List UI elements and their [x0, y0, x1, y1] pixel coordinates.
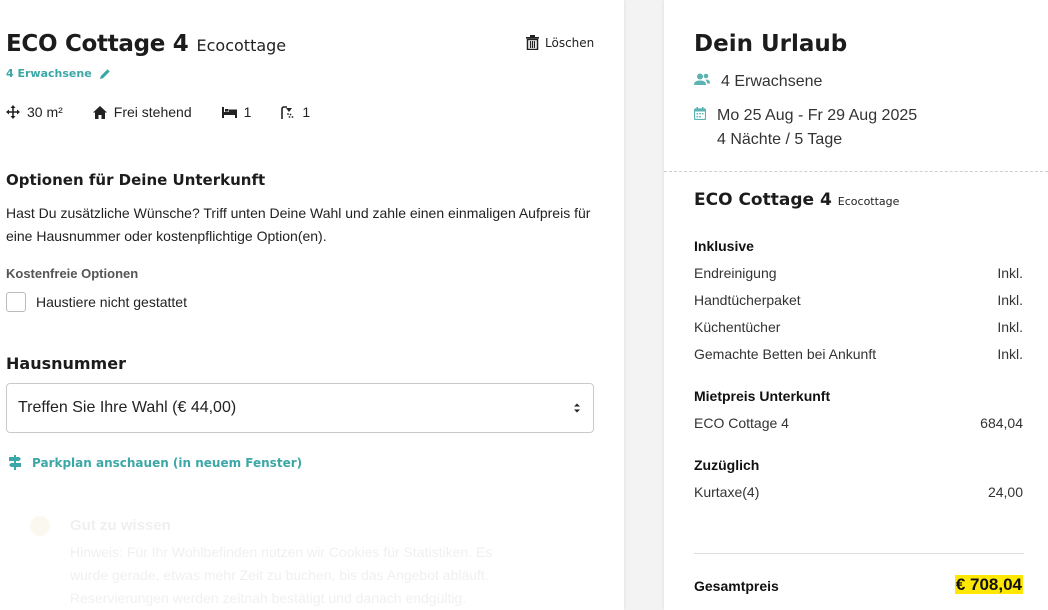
trash-icon — [526, 35, 539, 50]
info-icon — [30, 515, 50, 536]
summary-guests: 4 Erwachsene — [694, 70, 822, 94]
faded-info-line: Hinweis: Für Ihr Wohlbefinden nutzen wir… — [70, 544, 493, 560]
feature-bathrooms: 1 — [281, 104, 310, 120]
price-row-label: Endreinigung — [694, 265, 777, 281]
cottage-type: Ecocottage — [196, 36, 287, 55]
total-price: € 708,04 — [954, 575, 1023, 594]
house-number-heading: Hausnummer — [6, 354, 126, 373]
price-row-label: Gemachte Betten bei Ankunft — [694, 346, 877, 362]
feature-bathrooms-value: 1 — [302, 104, 311, 120]
total-label: Gesamtpreis — [694, 578, 779, 594]
summary-title: Dein Urlaub — [694, 31, 848, 57]
price-row: Handtücherpaket Inkl. — [694, 292, 1023, 308]
price-row-label: ECO Cottage 4 — [694, 415, 789, 431]
options-heading: Optionen für Deine Unterkunft — [6, 171, 266, 189]
select-arrows-icon — [574, 403, 580, 413]
price-row-value: Inkl. — [997, 319, 1023, 335]
rent-heading: Mietpreis Unterkunft — [694, 388, 831, 404]
summary-guests-value: 4 Erwachsene — [721, 73, 823, 90]
price-row-value: 684,04 — [980, 415, 1023, 431]
summary-duration-value: 4 Nächte / 5 Tage — [717, 131, 843, 148]
extra-heading: Zuzüglich — [694, 457, 760, 473]
summary-cottage-name: ECO Cottage 4 — [694, 190, 832, 210]
free-options-heading: Kostenfreie Optionen — [6, 266, 139, 281]
no-pets-label: Haustiere nicht gestattet — [36, 294, 187, 310]
bed-icon — [221, 106, 237, 118]
park-plan-link[interactable]: Parkplan anschauen (in neuem Fenster) — [8, 455, 302, 470]
price-row: Gemachte Betten bei Ankunft Inkl. — [694, 346, 1023, 362]
users-icon — [694, 73, 710, 85]
feature-area-value: 30 m² — [27, 104, 63, 120]
move-arrows-icon — [6, 105, 20, 119]
faded-info-title-row: Gut zu wissen — [30, 514, 492, 537]
price-row-value: Inkl. — [997, 346, 1023, 362]
price-row-label: Kurtaxe(4) — [694, 484, 760, 500]
total-divider — [694, 553, 1024, 554]
house-number-selected-value: Treffen Sie Ihre Wahl (€ 44,00) — [18, 399, 237, 416]
price-row-label: Küchentücher — [694, 319, 781, 335]
price-row: Endreinigung Inkl. — [694, 265, 1023, 281]
calendar-icon — [694, 107, 706, 120]
inclusive-heading: Inklusive — [694, 238, 754, 254]
option-no-pets[interactable]: Haustiere nicht gestattet — [6, 292, 187, 312]
summary-cottage-type: Ecocottage — [837, 195, 900, 208]
faded-info-section: Gut zu wissen Hinweis: Für Ihr Wohlbefin… — [30, 514, 492, 610]
no-pets-checkbox[interactable] — [6, 292, 26, 312]
delete-button[interactable]: Löschen — [526, 35, 594, 50]
guests-link-label: 4 Erwachsene — [6, 67, 92, 80]
summary-dates: Mo 25 Aug - Fr 29 Aug 2025 4 Nächte / 5 … — [694, 104, 917, 152]
price-row-label: Handtücherpaket — [694, 292, 801, 308]
edit-guests-link[interactable]: 4 Erwachsene — [6, 67, 111, 80]
booking-panel: ECO Cottage 4 Ecocottage Löschen 4 Erwac… — [0, 0, 624, 610]
cottage-features: 30 m² Frei stehend 1 1 — [6, 104, 340, 120]
summary-panel: Dein Urlaub 4 Erwachsene Mo 25 Aug - Fr … — [664, 0, 1048, 610]
cottage-title-row: ECO Cottage 4 Ecocottage — [6, 31, 286, 57]
price-row-value: Inkl. — [997, 265, 1023, 281]
summary-cottage-title-row: ECO Cottage 4 Ecocottage — [694, 190, 899, 210]
options-description: Hast Du zusätzliche Wünsche? Triff unten… — [6, 205, 591, 244]
cottage-title: ECO Cottage 4 — [6, 31, 189, 57]
feature-bedrooms-value: 1 — [243, 104, 252, 120]
pencil-icon — [99, 68, 110, 79]
price-row-value: Inkl. — [997, 292, 1023, 308]
summary-divider — [664, 171, 1048, 172]
faded-info-title: Gut zu wissen — [70, 517, 171, 534]
faded-info-line: wurde gerade, etwas mehr Zeit zu buchen,… — [70, 567, 489, 583]
house-number-select[interactable]: Treffen Sie Ihre Wahl (€ 44,00) — [6, 383, 594, 433]
shower-icon — [281, 105, 294, 119]
feature-area: 30 m² — [6, 104, 63, 120]
price-row: Küchentücher Inkl. — [694, 319, 1023, 335]
house-icon — [92, 105, 107, 119]
price-row-value: 24,00 — [987, 484, 1023, 500]
feature-house-type-value: Frei stehend — [113, 104, 192, 120]
price-row: ECO Cottage 4 684,04 — [694, 415, 1023, 431]
price-row: Kurtaxe(4) 24,00 — [694, 484, 1023, 500]
feature-house-type: Frei stehend — [92, 104, 192, 120]
feature-bedrooms: 1 — [221, 104, 252, 120]
delete-label: Löschen — [545, 35, 595, 50]
summary-dates-block: Mo 25 Aug - Fr 29 Aug 2025 4 Nächte / 5 … — [717, 104, 917, 152]
park-plan-label: Parkplan anschauen (in neuem Fenster) — [32, 455, 303, 470]
faded-info-line: Reservierungen werden zeitnah bestätigt … — [70, 590, 467, 606]
signpost-icon — [9, 455, 21, 470]
summary-dates-value: Mo 25 Aug - Fr 29 Aug 2025 — [717, 107, 918, 124]
